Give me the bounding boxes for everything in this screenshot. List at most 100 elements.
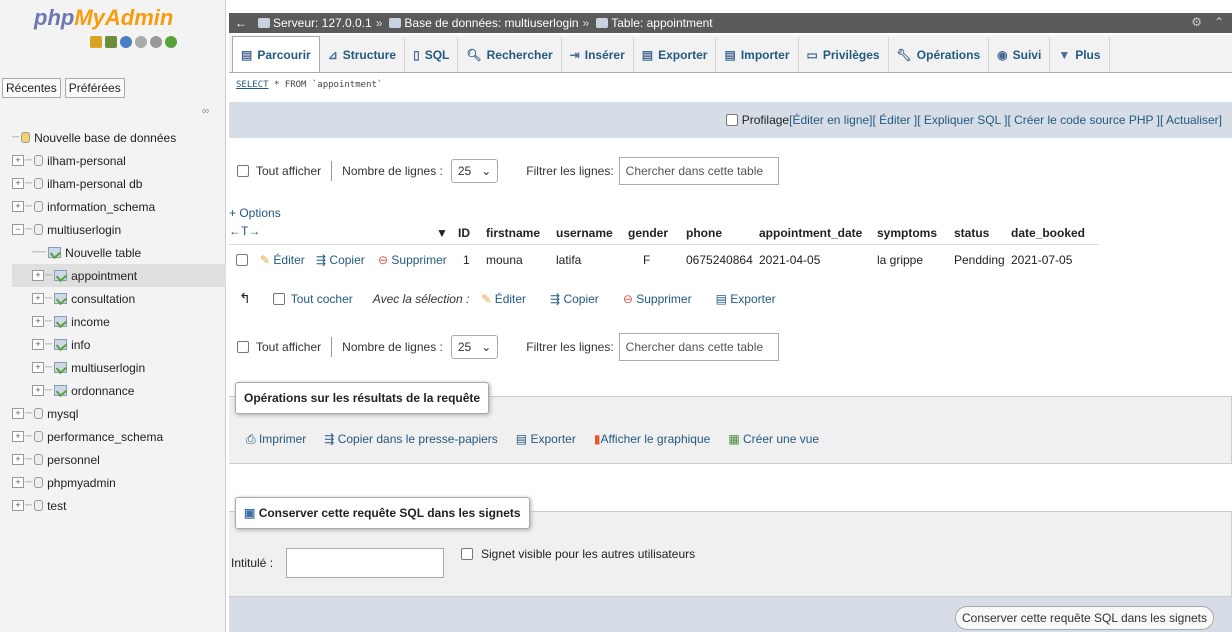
explain-sql-link[interactable]: [ Expliquer SQL ] bbox=[917, 113, 1007, 127]
copy-row-link[interactable]: ⇶ Copier bbox=[316, 253, 365, 267]
settings-icon[interactable] bbox=[150, 36, 162, 48]
docs-icon[interactable] bbox=[135, 36, 147, 48]
column-header[interactable]: ID bbox=[458, 226, 470, 240]
tree-item-table[interactable]: + ─ info bbox=[12, 333, 226, 356]
column-header[interactable]: phone bbox=[686, 226, 722, 240]
tree-item-db[interactable]: + ─ performance_schema bbox=[12, 425, 226, 448]
profiling-checkbox[interactable] bbox=[725, 114, 738, 126]
expand-icon[interactable]: + bbox=[32, 293, 44, 304]
export-link[interactable]: ▤ Exporter bbox=[516, 432, 576, 447]
collapse-top-icon[interactable]: ⌃ bbox=[1214, 15, 1224, 29]
tab-import[interactable]: ▤ Importer bbox=[716, 37, 799, 72]
print-link[interactable]: ⎙ Imprimer bbox=[246, 432, 306, 447]
delete-row-link[interactable]: ⊖ Supprimer bbox=[378, 253, 447, 267]
rows-select[interactable]: 25 ⌄ bbox=[450, 159, 499, 183]
recent-tab[interactable]: Récentes bbox=[2, 78, 61, 98]
sort-icon[interactable]: ▼ bbox=[436, 226, 448, 240]
tree-item-db[interactable]: + ─ test bbox=[12, 494, 226, 517]
tab-more[interactable]: ▼ Plus bbox=[1050, 37, 1110, 72]
collapse-icon[interactable]: − bbox=[12, 224, 24, 235]
tree-item-table[interactable]: + ─ appointment bbox=[12, 264, 226, 287]
expand-icon[interactable]: + bbox=[12, 408, 24, 419]
edit-link[interactable]: [ Éditer ] bbox=[873, 113, 918, 127]
bulk-copy-link[interactable]: ⇶ Copier bbox=[550, 292, 599, 306]
expand-icon[interactable]: + bbox=[12, 201, 24, 212]
bulk-export-link[interactable]: ▤ Exporter bbox=[716, 292, 776, 306]
expand-icon[interactable]: + bbox=[12, 155, 24, 166]
tab-operations[interactable]: 🔧︎ Opérations bbox=[889, 37, 990, 72]
bookmark-title-input[interactable] bbox=[286, 548, 444, 578]
tree-item-db[interactable]: + ─ ilham-personal bbox=[12, 149, 226, 172]
display-chart-link[interactable]: ▮Afficher le graphique bbox=[594, 432, 710, 447]
column-header[interactable]: firstname bbox=[486, 226, 540, 240]
options-link[interactable]: + Options bbox=[229, 206, 281, 220]
tab-search[interactable]: 🔍︎ Rechercher bbox=[458, 37, 562, 72]
copy-clipboard-link[interactable]: ⇶ Copier dans le presse-papiers bbox=[324, 432, 498, 447]
column-arrows[interactable]: ←T→ bbox=[229, 224, 260, 238]
tree-item-table[interactable]: + ─ ordonnance bbox=[12, 379, 226, 402]
expand-icon[interactable]: + bbox=[32, 316, 44, 327]
create-php-link[interactable]: [ Créer le code source PHP ] bbox=[1007, 113, 1160, 127]
save-bookmark-button[interactable]: Conserver cette requête SQL dans les sig… bbox=[955, 606, 1214, 630]
expand-icon[interactable]: + bbox=[32, 270, 44, 281]
expand-icon[interactable]: + bbox=[12, 477, 24, 488]
expand-icon[interactable]: + bbox=[12, 500, 24, 511]
bookmark-visible-checkbox[interactable] bbox=[461, 548, 473, 560]
check-all-checkbox[interactable] bbox=[272, 292, 285, 305]
column-header[interactable]: symptoms bbox=[877, 226, 937, 240]
column-header[interactable]: appointment_date bbox=[759, 226, 862, 240]
row-checkbox[interactable] bbox=[236, 254, 248, 266]
tree-item-db[interactable]: + ─ phpmyadmin bbox=[12, 471, 226, 494]
create-view-link[interactable]: ▦ Créer une vue bbox=[728, 432, 819, 447]
edit-inline-link[interactable]: [Éditer en ligne] bbox=[789, 113, 872, 127]
breadcrumb-table[interactable]: Table: appointment bbox=[611, 16, 712, 30]
refresh-link[interactable]: [ Actualiser] bbox=[1160, 113, 1222, 127]
tree-item-table[interactable]: + ─ consultation bbox=[12, 287, 226, 310]
breadcrumb-server[interactable]: Serveur: 127.0.0.1 bbox=[273, 16, 372, 30]
tab-structure[interactable]: ⊿ Structure bbox=[320, 37, 406, 72]
tree-item-new-db[interactable]: ─ Nouvelle base de données bbox=[12, 126, 226, 149]
rows-select[interactable]: 25 ⌄ bbox=[450, 335, 499, 359]
tree-item-db[interactable]: + ─ mysql bbox=[12, 402, 226, 425]
tree-item-new-table[interactable]: ── Nouvelle table bbox=[12, 241, 226, 264]
tree-item-db[interactable]: + ─ personnel bbox=[12, 448, 226, 471]
tab-sql[interactable]: ▯ SQL bbox=[405, 37, 459, 72]
expand-icon[interactable]: + bbox=[12, 454, 24, 465]
column-header[interactable]: gender bbox=[628, 226, 668, 240]
tab-export[interactable]: ▤ Exporter bbox=[634, 37, 717, 72]
collapse-arrow-icon[interactable]: ← bbox=[235, 16, 247, 30]
tab-insert[interactable]: ⇥ Insérer bbox=[562, 37, 634, 72]
expand-icon[interactable]: + bbox=[32, 385, 44, 396]
tab-privileges[interactable]: ▭ Privilèges bbox=[799, 37, 889, 72]
edit-row-link[interactable]: ✎ Éditer bbox=[260, 253, 305, 267]
exit-icon[interactable] bbox=[105, 36, 117, 48]
gear-icon[interactable]: ⚙ bbox=[1191, 15, 1202, 29]
filter-rows-input[interactable]: Chercher dans cette table bbox=[618, 157, 779, 185]
tree-item-table[interactable]: + ─ multiuserlogin bbox=[12, 356, 226, 379]
link-icon[interactable]: ∞ bbox=[202, 106, 209, 117]
column-header[interactable]: date_booked bbox=[1011, 226, 1085, 240]
bulk-edit-link[interactable]: ✎ Éditer bbox=[481, 292, 526, 306]
reload-icon[interactable] bbox=[165, 36, 177, 48]
tree-item-table[interactable]: + ─ income bbox=[12, 310, 226, 333]
tree-item-db[interactable]: + ─ information_schema bbox=[12, 195, 226, 218]
tab-browse[interactable]: ▤ Parcourir bbox=[232, 36, 320, 72]
column-header[interactable]: username bbox=[556, 226, 613, 240]
tree-item-db-expanded[interactable]: − ─ multiuserlogin bbox=[12, 218, 226, 241]
tab-tracking[interactable]: ◉ Suivi bbox=[989, 37, 1051, 72]
breadcrumb-database[interactable]: Base de données: multiuserlogin bbox=[404, 16, 578, 30]
column-header[interactable]: status bbox=[954, 226, 989, 240]
expand-icon[interactable]: + bbox=[32, 339, 44, 350]
expand-icon[interactable]: + bbox=[32, 362, 44, 373]
favorites-tab[interactable]: Préférées bbox=[64, 78, 125, 98]
bulk-delete-link[interactable]: ⊖ Supprimer bbox=[623, 292, 692, 306]
expand-icon[interactable]: + bbox=[12, 178, 24, 189]
show-all-checkbox[interactable] bbox=[237, 341, 249, 353]
phpmyadmin-logo[interactable]: phpMyAdmin bbox=[34, 5, 173, 31]
check-all-link[interactable]: Tout cocher bbox=[291, 292, 353, 306]
expand-icon[interactable]: + bbox=[12, 431, 24, 442]
show-all-checkbox[interactable] bbox=[237, 165, 249, 177]
tree-item-db[interactable]: + ─ ilham-personal db bbox=[12, 172, 226, 195]
help-icon[interactable] bbox=[120, 36, 132, 48]
filter-rows-input[interactable]: Chercher dans cette table bbox=[618, 333, 779, 361]
